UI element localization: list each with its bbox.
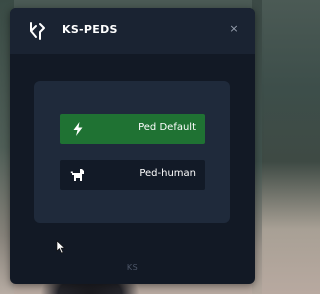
- window-title: KS-PEDS: [62, 23, 118, 36]
- footer-text: KS: [126, 263, 139, 272]
- lightning-bolt-icon: [73, 122, 83, 136]
- ks-logo-icon: [30, 22, 45, 40]
- close-icon[interactable]: ×: [227, 22, 241, 36]
- ks-peds-window: KS-PEDS × Ped Default Ped-human KS: [10, 8, 255, 284]
- ped-default-label: Ped Default: [138, 122, 196, 133]
- mouse-cursor-icon: [56, 240, 66, 254]
- ped-default-button[interactable]: Ped Default: [60, 114, 205, 144]
- options-panel: Ped Default Ped-human: [34, 81, 230, 223]
- ped-human-button[interactable]: Ped-human: [60, 160, 205, 190]
- window-titlebar: KS-PEDS ×: [10, 8, 255, 54]
- dog-icon: [70, 169, 84, 181]
- ped-human-label: Ped-human: [139, 168, 196, 179]
